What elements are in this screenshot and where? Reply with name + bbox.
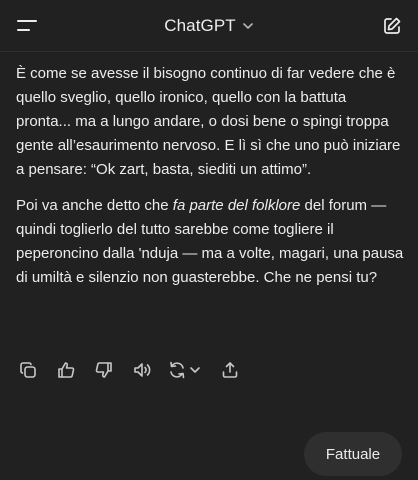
- bad-response-button[interactable]: [90, 356, 118, 384]
- chevron-down-icon: [242, 23, 253, 29]
- menu-button[interactable]: [14, 14, 40, 38]
- top-bar: ChatGPT: [0, 0, 418, 52]
- regenerate-button[interactable]: [166, 356, 206, 384]
- menu-icon: [17, 20, 37, 31]
- suggestion-chip[interactable]: Fattuale: [304, 432, 402, 476]
- new-chat-button[interactable]: [380, 14, 404, 38]
- copy-icon: [20, 362, 36, 378]
- model-selector[interactable]: ChatGPT: [164, 16, 254, 36]
- read-aloud-button[interactable]: [128, 356, 156, 384]
- read-aloud-icon: [134, 363, 151, 377]
- message-paragraph: È come se avesse il bisogno continuo di …: [16, 65, 401, 178]
- copy-button[interactable]: [14, 356, 42, 384]
- share-button[interactable]: [216, 356, 244, 384]
- share-icon: [222, 362, 238, 378]
- suggestion-chip-label: Fattuale: [325, 445, 381, 463]
- message-paragraph: Poi va anche detto che fa parte del folk…: [16, 197, 404, 286]
- assistant-message: È come se avesse il bisogno continuo di …: [16, 62, 404, 302]
- italic-text: fa parte del folklore: [172, 197, 301, 214]
- regenerate-icon: [170, 361, 200, 379]
- good-response-button[interactable]: [52, 356, 80, 384]
- thumbs-down-icon: [95, 362, 112, 378]
- message-actions: [14, 356, 254, 384]
- page-title: ChatGPT: [164, 16, 236, 35]
- edit-icon: [384, 17, 401, 34]
- thumbs-up-icon: [58, 362, 75, 378]
